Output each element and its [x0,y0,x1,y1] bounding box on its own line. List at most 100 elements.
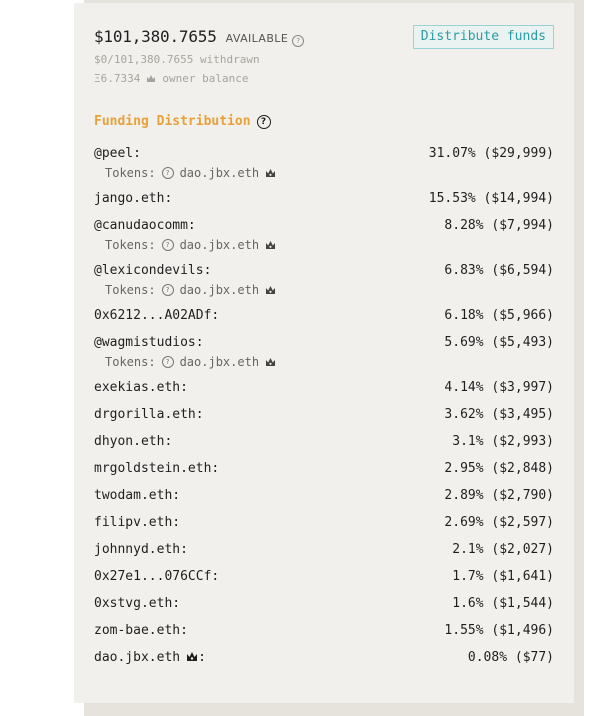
tokens-recipient[interactable]: dao.jbx.eth [180,283,259,297]
distribution-row: @lexicondevils: 6.83% ($6,594) [94,261,554,279]
recipient-label: twodam.eth: [94,487,181,503]
crown-icon [146,73,156,86]
distribution-value: 4.14% ($3,997) [444,379,554,395]
distribution-item: dao.jbx.eth: 0.08% ($77) [94,648,554,666]
distribution-row: exekias.eth: 4.14% ($3,997) [94,378,554,396]
recipient-label: exekias.eth: [94,379,188,395]
question-icon[interactable]: ? [292,35,305,47]
owner-balance-label: owner balance [162,72,249,85]
distribution-list: @peel: 31.07% ($29,999) Tokens:? dao.jbx.et… [94,144,554,675]
distribution-item: @lexicondevils: 6.83% ($6,594) Tokens:? dao… [94,261,554,301]
distribution-item: 0x6212...A02ADf: 6.18% ($5,966) [94,306,554,324]
distribution-row: 0x27e1...076CCf: 1.7% ($1,641) [94,567,554,585]
distribution-row: @wagmistudios: 5.69% ($5,493) [94,333,554,351]
recipient-name[interactable]: johnnyd.eth: [94,542,188,557]
tokens-prefix: Tokens: [105,238,156,252]
crown-icon [265,356,276,370]
recipient-name[interactable]: 0x27e1...076CCf: [94,569,219,584]
distribution-row: filipv.eth: 2.69% ($2,597) [94,513,554,531]
question-icon[interactable]: ? [161,284,174,296]
recipient-name[interactable]: @wagmistudios: [94,335,204,350]
tokens-recipient[interactable]: dao.jbx.eth [180,166,259,180]
distribute-funds-button[interactable]: Distribute funds [412,25,554,49]
recipient-name[interactable]: dao.jbx.eth: [94,650,206,665]
recipient-name[interactable]: mrgoldstein.eth: [94,461,219,476]
distribution-value: 1.6% ($1,544) [452,595,554,611]
distribution-item: jango.eth: 15.53% ($14,994) [94,189,554,207]
distribution-row: drgorilla.eth: 3.62% ($3,495) [94,405,554,423]
recipient-name[interactable]: 0xstvg.eth: [94,596,180,611]
crown-icon [265,239,276,253]
question-icon[interactable]: ? [161,167,174,179]
distribution-value: 15.53% ($14,994) [428,190,554,206]
recipient-name[interactable]: filipv.eth: [94,515,180,530]
distribution-row: @peel: 31.07% ($29,999) [94,144,554,162]
question-icon[interactable]: ? [161,356,174,368]
question-icon[interactable]: ? [161,239,174,251]
distribution-value: 0.08% ($77) [467,649,554,665]
recipient-label: 0xstvg.eth: [94,595,181,611]
recipient-name[interactable]: @peel: [94,146,141,161]
distribution-value: 2.1% ($2,027) [452,541,554,557]
tokens-prefix: Tokens: [105,283,156,297]
recipient-name[interactable]: @lexicondevils: [94,263,211,278]
recipient-name[interactable]: twodam.eth: [94,488,180,503]
owner-balance-row: Ξ6.7334 owner balance [94,72,248,85]
distribution-item: @wagmistudios: 5.69% ($5,493) Tokens:? dao.… [94,333,554,373]
recipient-label: @peel: [94,145,141,161]
recipient-label: jango.eth: [94,190,173,206]
recipient-label: @canudaocomm: [94,217,196,233]
recipient-label: dao.jbx.eth [94,649,181,665]
treasury-card: $101,380.7655 AVAILABLE ? $0/101,380.765… [74,3,574,703]
tokens-recipient[interactable]: dao.jbx.eth [180,355,259,369]
recipient-label: drgorilla.eth: [94,406,204,422]
distribution-row: zom-bae.eth: 1.55% ($1,496) [94,621,554,639]
distribution-row: johnnyd.eth: 2.1% ($2,027) [94,540,554,558]
recipient-label: @wagmistudios: [94,334,204,350]
distribution-row: 0x6212...A02ADf: 6.18% ($5,966) [94,306,554,324]
recipient-name[interactable]: 0x6212...A02ADf: [94,308,219,323]
tokens-line: Tokens:? dao.jbx.eth [94,351,554,373]
distribution-item: johnnyd.eth: 2.1% ($2,027) [94,540,554,558]
available-amount: $101,380.7655 [94,27,217,46]
distribution-item: drgorilla.eth: 3.62% ($3,495) [94,405,554,423]
recipient-label: dhyon.eth: [94,433,173,449]
recipient-name[interactable]: exekias.eth: [94,380,188,395]
distribution-item: twodam.eth: 2.89% ($2,790) [94,486,554,504]
distribution-row: jango.eth: 15.53% ($14,994) [94,189,554,207]
distribution-item: 0x27e1...076CCf: 1.7% ($1,641) [94,567,554,585]
distribution-item: 0xstvg.eth: 1.6% ($1,544) [94,594,554,612]
tokens-recipient[interactable]: dao.jbx.eth [180,238,259,252]
recipient-name[interactable]: drgorilla.eth: [94,407,204,422]
owner-eth-amount: Ξ6.7334 [94,72,141,85]
crown-icon [186,651,198,666]
distribution-row: mrgoldstein.eth: 2.95% ($2,848) [94,459,554,477]
recipient-name[interactable]: zom-bae.eth: [94,623,188,638]
distribution-item: @peel: 31.07% ($29,999) Tokens:? dao.jbx.et… [94,144,554,184]
distribution-row: dhyon.eth: 3.1% ($2,993) [94,432,554,450]
recipient-label: johnnyd.eth: [94,541,188,557]
recipient-name[interactable]: dhyon.eth: [94,434,172,449]
crown-icon [265,167,276,181]
tokens-line: Tokens:? dao.jbx.eth [94,279,554,301]
recipient-name[interactable]: @canudaocomm: [94,218,196,233]
question-icon[interactable]: ? [256,114,271,129]
distribution-value: 2.95% ($2,848) [444,460,554,476]
distribution-value: 2.89% ($2,790) [444,487,554,503]
funding-distribution-heading: Funding Distribution [94,114,251,129]
distribution-value: 8.28% ($7,994) [444,217,554,233]
balance-row: $101,380.7655 AVAILABLE ? [94,27,305,47]
tokens-line: Tokens:? dao.jbx.eth [94,162,554,184]
distribution-value: 31.07% ($29,999) [428,145,554,161]
available-label: AVAILABLE [225,32,289,45]
distribution-value: 5.69% ($5,493) [444,334,554,350]
tokens-prefix: Tokens: [105,355,156,369]
withdrawn-text: $0/101,380.7655 withdrawn [94,53,260,66]
distribution-value: 3.62% ($3,495) [444,406,554,422]
section-title: Funding Distribution ? [94,114,271,129]
recipient-label: @lexicondevils: [94,262,212,278]
recipient-name[interactable]: jango.eth: [94,191,172,206]
recipient-label: filipv.eth: [94,514,181,530]
recipient-label: 0x27e1...076CCf: [94,568,220,584]
recipient-label: 0x6212...A02ADf: [94,307,220,323]
